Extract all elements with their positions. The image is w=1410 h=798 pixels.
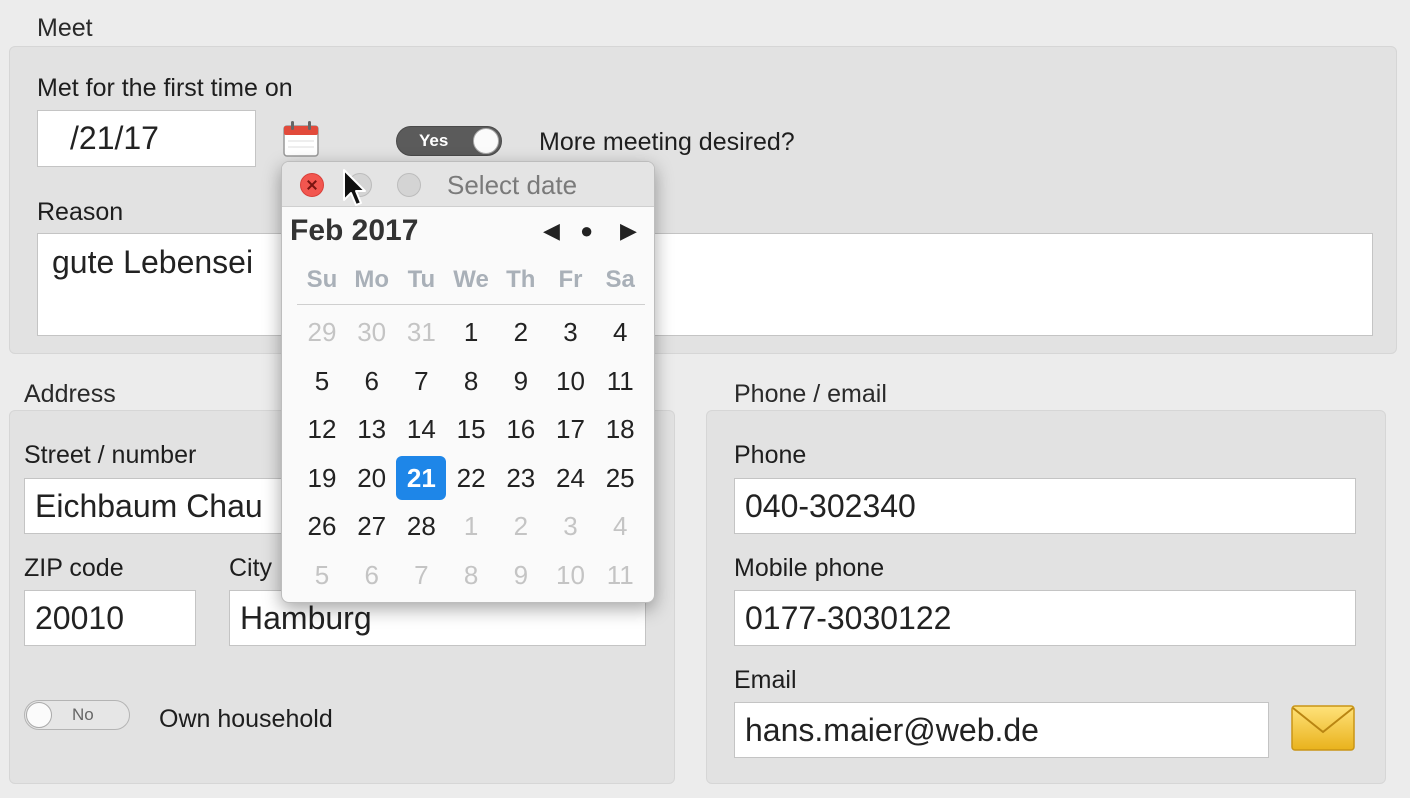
day-cell[interactable]: 2 [496, 504, 546, 548]
day-cell[interactable]: 1 [446, 504, 496, 548]
day-cell[interactable]: 3 [546, 310, 596, 354]
selected-day-cell[interactable]: 21 [396, 455, 447, 500]
own-household-label: Own household [159, 705, 333, 733]
contact-section-label: Phone / email [734, 380, 887, 408]
day-cell[interactable]: 8 [446, 553, 496, 597]
day-cell[interactable]: 16 [496, 407, 546, 451]
day-cell[interactable]: 28 [396, 504, 446, 548]
mobile-field[interactable]: 0177-3030122 [734, 590, 1356, 646]
reason-label: Reason [37, 198, 124, 226]
more-meeting-label: More meeting desired? [539, 128, 795, 156]
day-cell[interactable]: 20 [347, 456, 397, 500]
day-cell[interactable]: 30 [347, 310, 397, 354]
day-cell[interactable]: 25 [595, 456, 645, 500]
zip-label: ZIP code [24, 554, 124, 582]
day-cell[interactable]: 7 [396, 553, 446, 597]
day-cell[interactable]: 4 [595, 504, 645, 548]
day-cell[interactable]: 15 [446, 407, 496, 451]
more-meeting-toggle[interactable]: Yes [396, 126, 502, 156]
own-household-toggle[interactable]: No [24, 700, 130, 730]
day-cell[interactable]: 5 [297, 553, 347, 597]
day-cell[interactable]: 13 [347, 407, 397, 451]
own-household-toggle-label: No [72, 705, 94, 724]
close-window-button[interactable] [300, 173, 324, 197]
day-cell[interactable]: 5 [297, 359, 347, 403]
day-cell[interactable]: 27 [347, 504, 397, 548]
weekday-th: Th [506, 266, 536, 293]
weekday-tu: Tu [407, 266, 436, 293]
month-year-label: Feb 2017 [290, 214, 419, 247]
weekday-su: Su [306, 266, 338, 293]
email-label: Email [734, 666, 797, 694]
day-cell[interactable]: 11 [595, 359, 645, 403]
day-cell[interactable]: 8 [446, 359, 496, 403]
reason-textarea[interactable]: gute Lebensei [37, 233, 1373, 336]
zoom-window-button[interactable] [397, 173, 421, 197]
day-cell[interactable]: 6 [347, 553, 397, 597]
day-cell[interactable]: 10 [546, 553, 596, 597]
weekday-fr: Fr [558, 266, 583, 293]
date-picker-popup: Select date Feb 2017 ◀ ● ▶ Su Mo Tu We Th Fr S… [281, 161, 655, 603]
day-cell[interactable]: 2 [496, 310, 546, 354]
meet-section-label: Meet [37, 14, 93, 42]
first-met-label: Met for the first time on [37, 74, 293, 102]
weekday-we: We [453, 266, 489, 293]
email-field[interactable]: hans.maier@web.de [734, 702, 1269, 758]
date-picker-title: Select date [447, 170, 578, 200]
day-cell[interactable]: 23 [496, 456, 546, 500]
calendar-icon[interactable] [282, 120, 322, 163]
phone-field[interactable]: 040-302340 [734, 478, 1356, 534]
phone-label: Phone [734, 441, 807, 469]
next-month-button[interactable]: ▶ [620, 218, 637, 244]
day-cell[interactable]: 29 [297, 310, 347, 354]
mouse-pointer-icon [342, 168, 368, 213]
day-cell[interactable]: 26 [297, 504, 347, 548]
day-cell[interactable]: 22 [446, 456, 496, 500]
street-label: Street / number [24, 441, 197, 469]
day-cell[interactable]: 18 [595, 407, 645, 451]
day-cell[interactable]: 11 [595, 553, 645, 597]
weekday-mo: Mo [354, 266, 390, 293]
more-meeting-toggle-label: Yes [419, 131, 449, 150]
day-cell[interactable]: 3 [546, 504, 596, 548]
today-button[interactable]: ● [580, 218, 593, 244]
weekday-sa: Sa [605, 266, 635, 293]
city-label: City [229, 554, 273, 582]
day-cell[interactable]: 12 [297, 407, 347, 451]
weekday-header-row: Su Mo Tu We Th Fr Sa [297, 266, 645, 305]
previous-month-button[interactable]: ◀ [543, 218, 560, 244]
day-cell[interactable]: 17 [546, 407, 596, 451]
zip-field[interactable]: 20010 [24, 590, 196, 646]
day-cell[interactable]: 9 [496, 553, 546, 597]
day-cell[interactable]: 1 [446, 310, 496, 354]
day-cell[interactable]: 6 [347, 359, 397, 403]
day-cell[interactable]: 9 [496, 359, 546, 403]
address-section-label: Address [24, 380, 116, 408]
envelope-icon[interactable] [1290, 704, 1356, 757]
day-cell[interactable]: 14 [396, 407, 446, 451]
day-cell[interactable]: 31 [396, 310, 446, 354]
day-cell[interactable]: 19 [297, 456, 347, 500]
day-cell[interactable]: 10 [546, 359, 596, 403]
day-cell[interactable]: 4 [595, 310, 645, 354]
mobile-label: Mobile phone [734, 554, 885, 582]
toggle-knob [473, 128, 499, 154]
day-cell[interactable]: 7 [396, 359, 446, 403]
toggle-knob [26, 702, 52, 728]
first-met-date-field[interactable]: /21/17 [37, 110, 256, 167]
day-cell[interactable]: 24 [546, 456, 596, 500]
date-picker-titlebar[interactable]: Select date [282, 162, 654, 207]
